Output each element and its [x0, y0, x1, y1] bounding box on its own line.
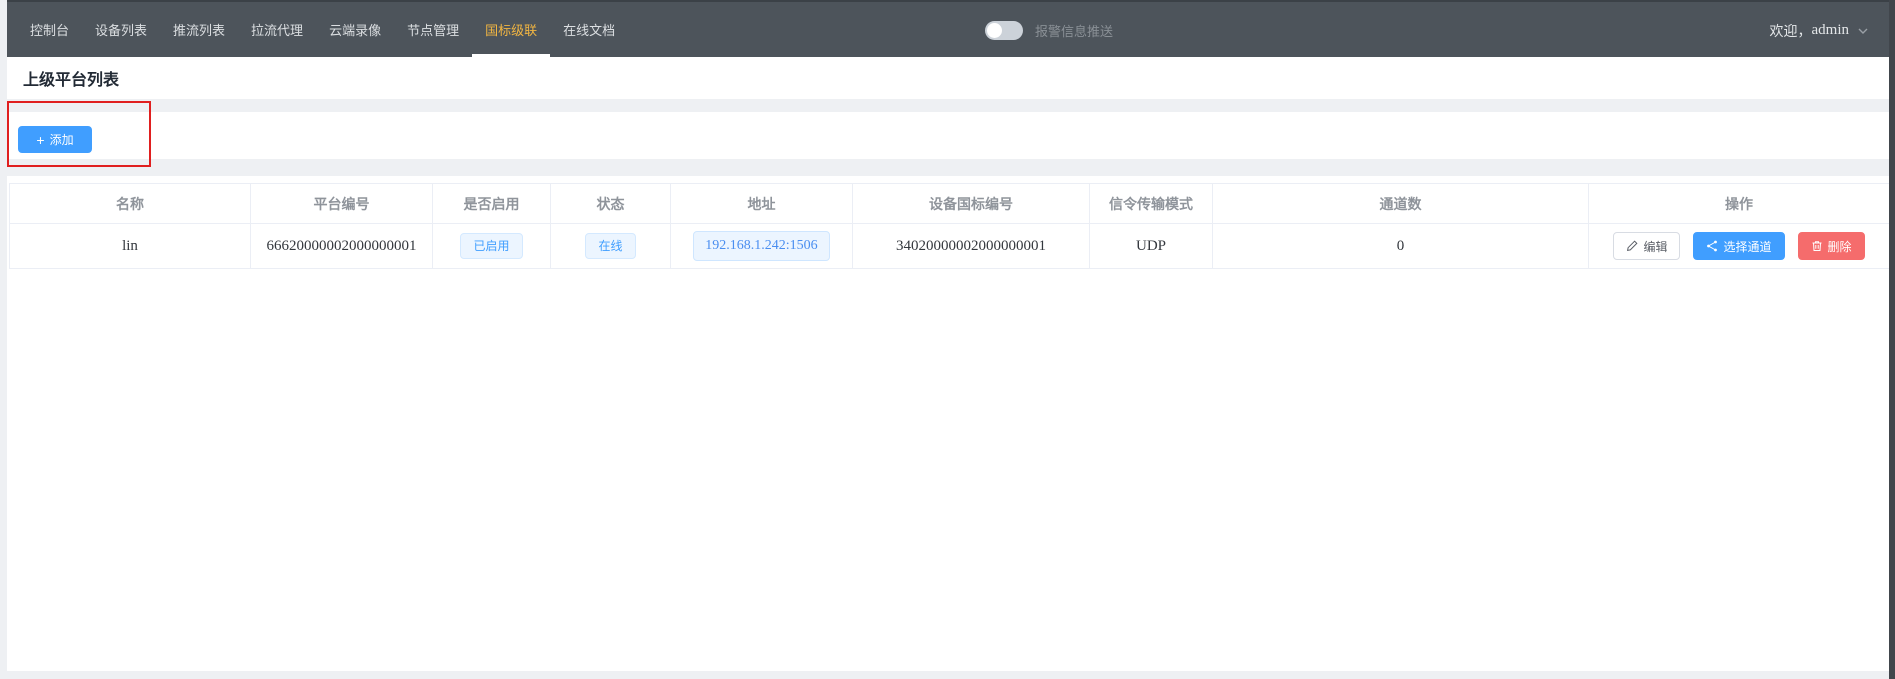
nav-item-console[interactable]: 控制台 [17, 2, 82, 57]
col-header-name: 名称 [10, 184, 251, 224]
row-actions: 编辑 选择通道 [1589, 232, 1889, 260]
col-header-gb-device-id: 设备国标编号 [853, 184, 1090, 224]
col-header-status: 状态 [551, 184, 671, 224]
cell-transport-mode: UDP [1090, 224, 1213, 269]
cell-channel-count: 0 [1213, 224, 1589, 269]
share-icon [1706, 240, 1718, 252]
platform-id: 66620000002000000001 [267, 238, 417, 254]
window-right-edge [1889, 0, 1895, 679]
transport-mode: UDP [1136, 238, 1166, 254]
chevron-down-icon [1857, 25, 1869, 37]
gb-device-id: 34020000002000000001 [896, 238, 1046, 254]
cell-status: 在线 [551, 224, 671, 269]
col-header-transport-mode: 信令传输模式 [1090, 184, 1213, 224]
username: admin [1812, 22, 1850, 39]
select-channel-label: 选择通道 [1723, 238, 1771, 255]
trash-icon [1811, 240, 1823, 252]
title-bar: 上级平台列表 [7, 57, 1889, 99]
col-header-operations: 操作 [1589, 184, 1890, 224]
nav-item-online-docs[interactable]: 在线文档 [550, 2, 628, 57]
platform-name: lin [122, 238, 138, 254]
user-menu[interactable]: 欢迎， admin [1770, 2, 1870, 59]
table-row: lin 66620000002000000001 已启用 在线 192.168.… [10, 224, 1890, 269]
delete-button[interactable]: 删除 [1798, 232, 1865, 260]
nav-item-node-management[interactable]: 节点管理 [394, 2, 472, 57]
delete-button-label: 删除 [1828, 238, 1852, 255]
nav-item-cloud-recording[interactable]: 云端录像 [316, 2, 394, 57]
cell-gb-device-id: 34020000002000000001 [853, 224, 1090, 269]
toolbar: + 添加 [7, 112, 1889, 159]
table-header-row: 名称 平台编号 是否启用 状态 地址 设备国标编号 信令传输模式 通道数 操作 [10, 184, 1890, 224]
cell-enabled: 已启用 [433, 224, 551, 269]
col-header-enabled: 是否启用 [433, 184, 551, 224]
nav-item-pull-stream-proxy[interactable]: 拉流代理 [238, 2, 316, 57]
alarm-push-label: 报警信息推送 [1035, 21, 1113, 40]
alarm-push-toggle[interactable] [985, 21, 1023, 40]
top-navbar: 控制台 设备列表 推流列表 拉流代理 云端录像 节点管理 国标级联 在线文档 报… [7, 0, 1889, 57]
edit-button-label: 编辑 [1643, 238, 1667, 255]
col-header-address: 地址 [671, 184, 853, 224]
enabled-badge: 已启用 [460, 233, 522, 259]
platform-table-panel: 名称 平台编号 是否启用 状态 地址 设备国标编号 信令传输模式 通道数 操作 … [7, 176, 1889, 671]
add-button[interactable]: + 添加 [18, 126, 92, 153]
nav-item-push-stream-list[interactable]: 推流列表 [160, 2, 238, 57]
alarm-push-group: 报警信息推送 [985, 2, 1113, 59]
nav-item-gb-cascade-active[interactable]: 国标级联 [472, 2, 550, 57]
channel-count: 0 [1397, 238, 1405, 254]
col-header-platform-id: 平台编号 [251, 184, 433, 224]
cell-operations: 编辑 选择通道 [1589, 224, 1890, 269]
cell-platform-id: 66620000002000000001 [251, 224, 433, 269]
col-header-channel-count: 通道数 [1213, 184, 1589, 224]
status-badge: 在线 [585, 233, 635, 259]
page-title: 上级平台列表 [23, 66, 119, 90]
welcome-label: 欢迎， [1770, 21, 1812, 41]
toggle-knob [987, 23, 1002, 38]
cell-name: lin [10, 224, 251, 269]
nav-item-device-list[interactable]: 设备列表 [82, 2, 160, 57]
address-tag: 192.168.1.242:1506 [693, 231, 829, 260]
gb28181-admin-page: 控制台 设备列表 推流列表 拉流代理 云端录像 节点管理 国标级联 在线文档 报… [0, 0, 1895, 679]
select-channel-button[interactable]: 选择通道 [1693, 232, 1784, 260]
platform-table: 名称 平台编号 是否启用 状态 地址 设备国标编号 信令传输模式 通道数 操作 … [9, 183, 1890, 269]
add-button-label: 添加 [50, 131, 74, 148]
edit-button[interactable]: 编辑 [1613, 232, 1680, 260]
main-nav: 控制台 设备列表 推流列表 拉流代理 云端录像 节点管理 国标级联 在线文档 [7, 2, 628, 57]
pencil-icon [1626, 240, 1638, 252]
plus-icon: + [36, 133, 44, 147]
cell-address: 192.168.1.242:1506 [671, 224, 853, 269]
